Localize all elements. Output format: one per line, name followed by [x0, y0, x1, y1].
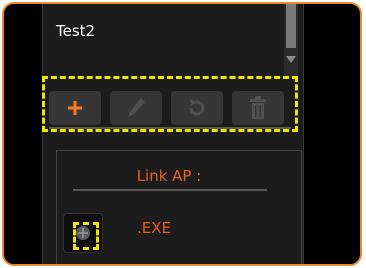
toolbar: [42, 76, 298, 132]
link-ap-title: Link AP :: [136, 167, 202, 185]
delete-button[interactable]: [232, 91, 284, 125]
refresh-icon: [189, 99, 205, 116]
exe-label: .EXE: [137, 219, 171, 237]
scrollbar-thumb[interactable]: [286, 4, 296, 48]
toolbar-divider: [49, 127, 291, 129]
exe-highlight: [73, 222, 99, 250]
refresh-button[interactable]: [171, 91, 223, 125]
add-button[interactable]: [49, 91, 101, 125]
scrollbar[interactable]: [284, 4, 298, 78]
list-item[interactable]: Test2: [56, 22, 95, 40]
link-ap-section: Link AP : .EXE: [56, 150, 302, 264]
add-exe-button[interactable]: [63, 213, 103, 253]
scroll-down-arrow-icon[interactable]: [286, 56, 296, 63]
edit-button[interactable]: [110, 91, 162, 125]
plus-icon: [68, 101, 82, 115]
trash-icon: [250, 96, 266, 119]
window-frame: Test2 Link AP: .EXE: [2, 2, 362, 266]
pencil-icon: [128, 98, 145, 117]
link-ap-divider: [73, 189, 267, 191]
